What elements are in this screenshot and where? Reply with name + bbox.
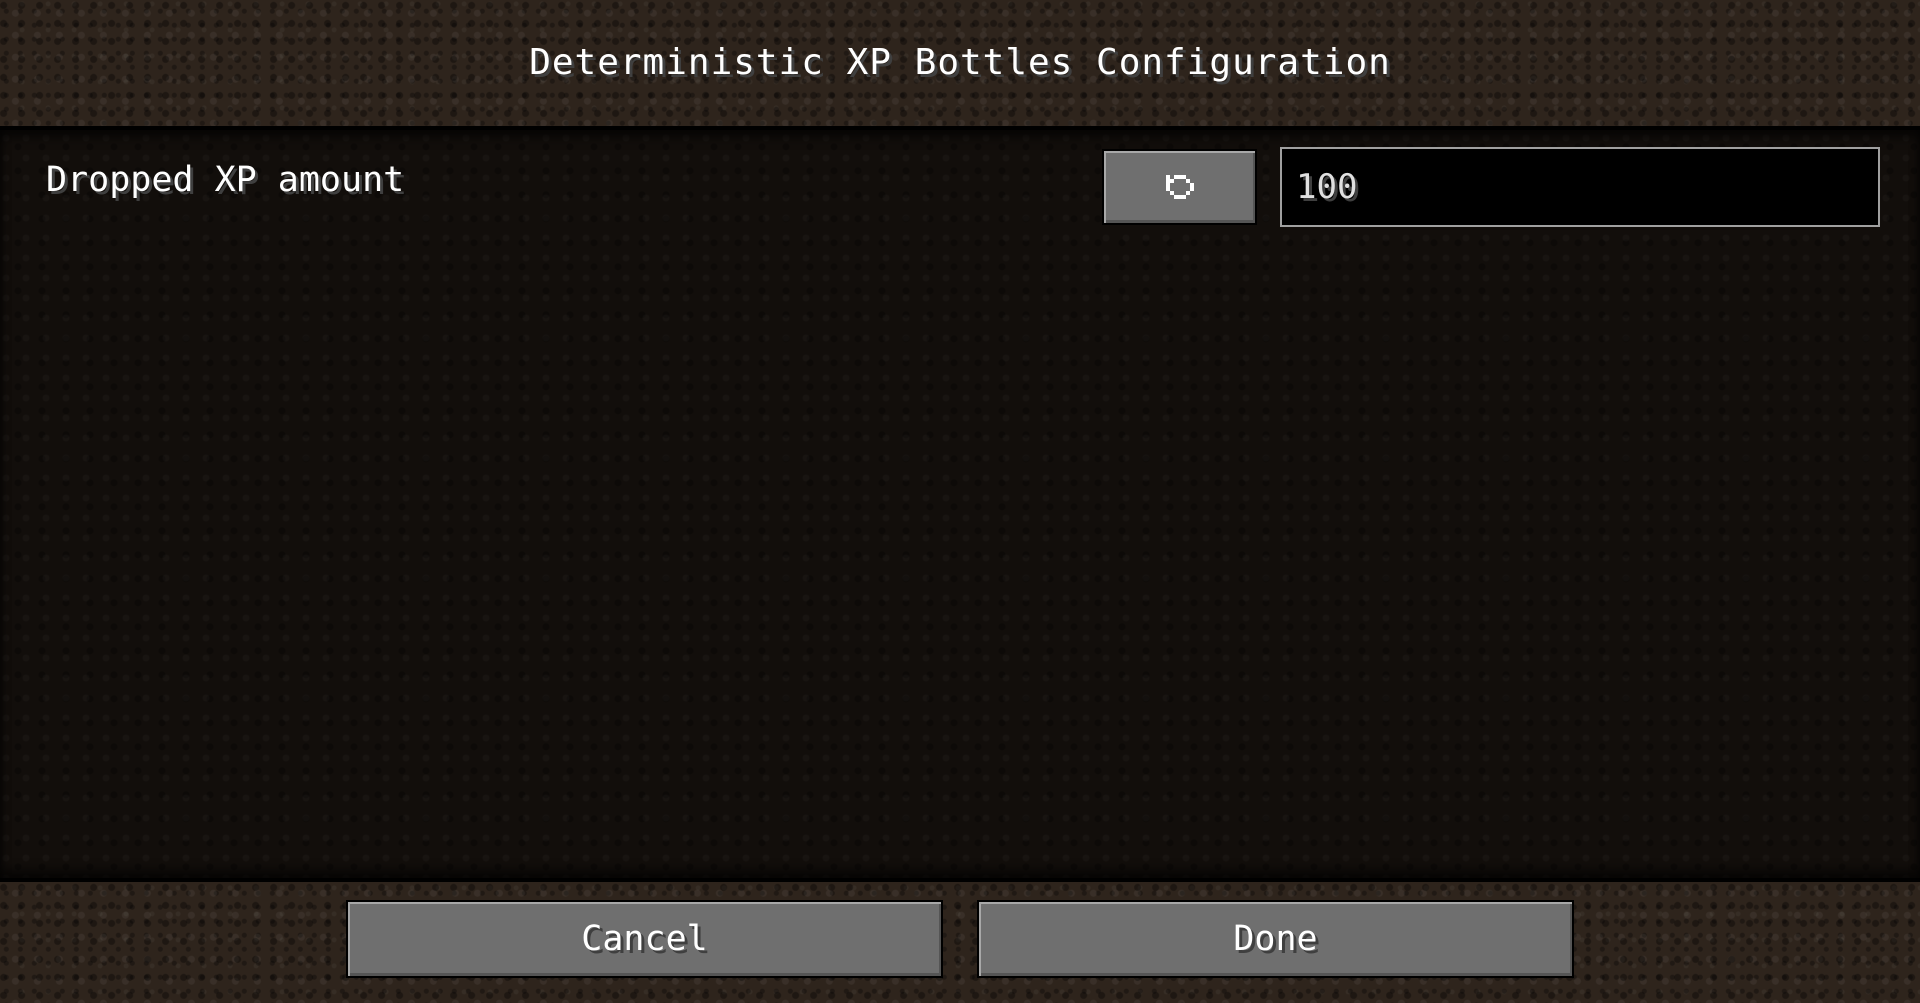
screen-title: Deterministic XP Bottles Configuration (529, 41, 1391, 83)
entry-label-dropped-xp-amount: Dropped XP amount (46, 160, 405, 200)
screen-footer: Cancel Done (0, 882, 1920, 1003)
screen-header: Deterministic XP Bottles Configuration (0, 0, 1920, 126)
dropped-xp-amount-input[interactable] (1280, 147, 1880, 227)
config-entry-list[interactable]: Dropped XP amount (0, 126, 1920, 882)
done-button[interactable]: Done (977, 900, 1574, 978)
cancel-button[interactable]: Cancel (346, 900, 943, 978)
reset-arrow-icon (1164, 171, 1196, 203)
reset-button[interactable] (1102, 149, 1257, 225)
